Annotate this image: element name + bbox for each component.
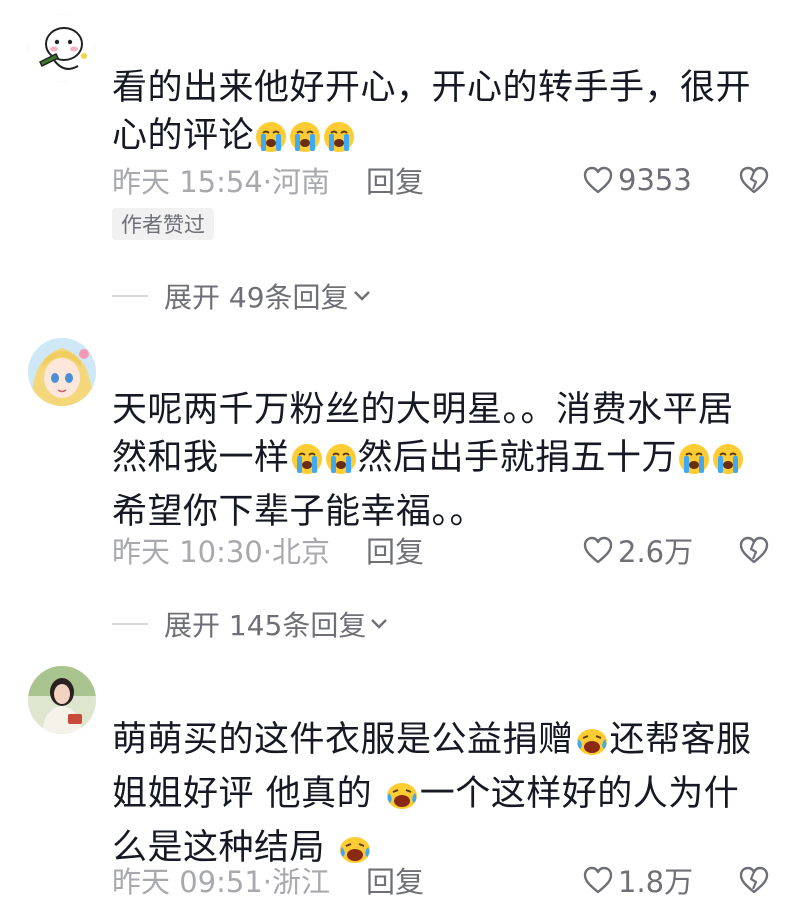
divider bbox=[112, 295, 148, 297]
expand-replies-label: 展开 145条回复 bbox=[164, 609, 367, 642]
like-count: 9353 bbox=[618, 163, 692, 197]
author-liked-badge: 作者赞过 bbox=[112, 208, 214, 240]
comment-time: 昨天 10:30 bbox=[112, 535, 263, 569]
crying-face-emoji bbox=[575, 722, 609, 770]
expand-replies-button[interactable]: 展开 49条回复 bbox=[112, 276, 371, 316]
comment-text: 看的出来他好开心，开心的转手手，很开心的评论 bbox=[112, 64, 762, 166]
reply-button[interactable]: 回复 bbox=[366, 159, 424, 201]
avatar-anime-girl-icon bbox=[28, 338, 96, 406]
avatar[interactable] bbox=[28, 338, 96, 406]
broken-heart-icon bbox=[739, 536, 769, 564]
comment-text: 天呢两千万粉丝的大明星。。消费水平居然和我一样 然后出手就捐五十万希望你下辈子能幸… bbox=[112, 386, 762, 536]
expand-replies-button[interactable]: 展开 145条回复 bbox=[112, 604, 388, 644]
like-count: 1.8万 bbox=[618, 865, 694, 899]
like-button[interactable]: 2.6万 bbox=[582, 530, 693, 570]
like-button[interactable]: 9353 bbox=[582, 160, 692, 200]
dislike-button[interactable] bbox=[738, 860, 770, 900]
crying-face-emoji bbox=[385, 776, 419, 824]
chevron-down-icon bbox=[371, 619, 388, 629]
like-count: 2.6万 bbox=[618, 535, 694, 569]
heart-outline-icon bbox=[583, 866, 613, 894]
avatar[interactable] bbox=[28, 14, 96, 82]
comment-text-segment: 萌萌买的这件衣服是公益捐赠 bbox=[112, 720, 574, 760]
dislike-button[interactable] bbox=[738, 160, 770, 200]
comment-meta: 昨天 09:51 ·浙江 回复 bbox=[112, 860, 424, 900]
avatar[interactable] bbox=[28, 666, 96, 734]
reply-button[interactable]: 回复 bbox=[366, 529, 424, 571]
comment-meta: 昨天 10:30 ·北京 回复 bbox=[112, 530, 424, 570]
comment-text-segment: 然后出手就捐五十万 bbox=[357, 438, 678, 478]
comment-time: 昨天 15:54 bbox=[112, 165, 263, 199]
comment-location: ·浙江 bbox=[262, 865, 331, 899]
chevron-down-icon bbox=[353, 291, 370, 301]
reply-button[interactable]: 回复 bbox=[366, 859, 424, 901]
heart-outline-icon bbox=[583, 166, 613, 194]
like-button[interactable]: 1.8万 bbox=[582, 860, 693, 900]
dislike-button[interactable] bbox=[738, 530, 770, 570]
comment-text-segment: 希望你下辈子能幸福。。 bbox=[112, 492, 486, 532]
avatar-doodle-icon bbox=[28, 14, 96, 82]
heart-outline-icon bbox=[583, 536, 613, 564]
loudly-crying-face-emoji bbox=[712, 440, 744, 488]
comment-meta: 昨天 15:54 ·河南 回复 bbox=[112, 160, 424, 200]
comment-location: ·北京 bbox=[262, 535, 331, 569]
broken-heart-icon bbox=[739, 866, 769, 894]
loudly-crying-face-emoji bbox=[678, 440, 710, 488]
comment-text-segment: 看的出来他好开心，开心的转手手，很开心的评论 bbox=[112, 68, 752, 156]
comment-location: ·河南 bbox=[262, 165, 331, 199]
avatar-photo-icon bbox=[28, 666, 96, 734]
loudly-crying-face-emoji bbox=[325, 440, 357, 488]
comment-time: 昨天 09:51 bbox=[112, 865, 263, 899]
expand-replies-label: 展开 49条回复 bbox=[164, 281, 349, 314]
broken-heart-icon bbox=[739, 166, 769, 194]
comment-text: 萌萌买的这件衣服是公益捐赠 还帮客服姐姐好评 他真的 一个这样好的人为什么是这种结… bbox=[112, 716, 762, 878]
divider bbox=[112, 623, 148, 625]
loudly-crying-face-emoji bbox=[291, 440, 323, 488]
